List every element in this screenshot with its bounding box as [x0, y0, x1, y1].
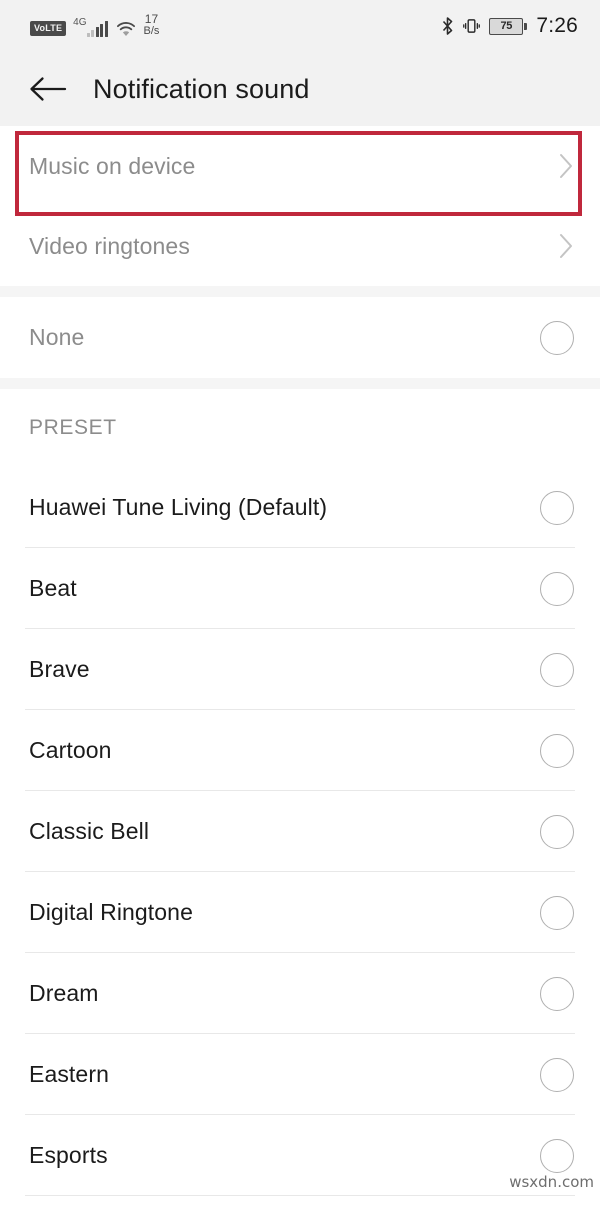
list-item-dream[interactable]: Dream [0, 953, 600, 1034]
radio-button[interactable] [540, 976, 574, 1011]
radio-button[interactable] [540, 1057, 574, 1092]
list-item-label: Music on device [29, 152, 196, 179]
list-item-classic-bell[interactable]: Classic Bell [0, 791, 600, 872]
section-divider [0, 286, 600, 297]
list-item-label: Huawei Tune Living (Default) [29, 494, 328, 520]
radio-button[interactable] [540, 1138, 574, 1173]
list-item-label: Video ringtones [29, 232, 190, 259]
radio-button[interactable] [540, 814, 574, 849]
list-item-music-on-device[interactable]: Music on device [0, 126, 600, 206]
preset-section: PRESET Huawei Tune Living (Default) Beat… [0, 389, 600, 1196]
network-speed-value: 17 [144, 12, 159, 26]
radio-button[interactable] [540, 652, 574, 687]
list-item-huawei-tune-living[interactable]: Huawei Tune Living (Default) [0, 467, 600, 548]
list-item-label: Brave [29, 656, 90, 682]
radio-button[interactable] [540, 895, 574, 930]
page-title: Notification sound [93, 73, 310, 104]
list-item-video-ringtones[interactable]: Video ringtones [0, 206, 600, 286]
status-bar-left: VoLTE 4G 17 B/s [30, 13, 160, 38]
watermark: wsxdn.com [509, 1173, 594, 1191]
list-item-label: None [29, 324, 85, 350]
list-item-label: Cartoon [29, 737, 112, 763]
section-divider [0, 378, 600, 389]
radio-button[interactable] [540, 490, 574, 525]
preset-section-header: PRESET [0, 389, 600, 467]
battery-level-label: 75 [500, 20, 513, 32]
phone-screen: VoLTE 4G 17 B/s 75 7:26 Notification sou… [0, 0, 600, 1209]
list-item-label: Classic Bell [29, 818, 150, 844]
list-item-eastern[interactable]: Eastern [0, 1034, 600, 1115]
signal-bars-icon: 4G [73, 18, 108, 37]
bluetooth-icon [443, 17, 453, 35]
list-item-label: Digital Ringtone [29, 899, 193, 925]
app-bar: Notification sound [0, 52, 600, 126]
radio-button[interactable] [540, 320, 574, 355]
list-item-label: Beat [29, 575, 77, 601]
radio-button[interactable] [540, 571, 574, 606]
list-item-brave[interactable]: Brave [0, 629, 600, 710]
network-speed-indicator: 17 B/s [144, 13, 160, 37]
chevron-right-icon [560, 234, 572, 258]
chevron-right-icon [560, 154, 572, 178]
battery-icon: 75 [489, 17, 528, 35]
row-divider [25, 1195, 575, 1196]
back-arrow-icon[interactable] [28, 72, 68, 106]
wifi-icon [116, 22, 135, 37]
list-item-none[interactable]: None [0, 297, 600, 378]
status-bar-right: 75 7:26 [441, 14, 578, 38]
vibrate-icon [463, 19, 481, 33]
network-type-label: 4G [73, 17, 87, 28]
signal-bar-group [86, 21, 108, 37]
status-bar: VoLTE 4G 17 B/s 75 7:26 [0, 0, 600, 52]
none-section: None [0, 297, 600, 378]
preset-header-label: PRESET [29, 416, 117, 439]
status-bar-clock: 7:26 [536, 14, 578, 37]
list-item-label: Esports [29, 1142, 108, 1168]
list-item-label: Dream [29, 980, 99, 1006]
list-item-cartoon[interactable]: Cartoon [0, 710, 600, 791]
list-item-label: Eastern [29, 1061, 109, 1087]
radio-button[interactable] [540, 733, 574, 768]
list-item-digital-ringtone[interactable]: Digital Ringtone [0, 872, 600, 953]
volte-icon: VoLTE [30, 21, 67, 36]
network-speed-unit: B/s [143, 25, 160, 37]
source-section: Music on device Video ringtones [0, 126, 600, 286]
list-item-beat[interactable]: Beat [0, 548, 600, 629]
